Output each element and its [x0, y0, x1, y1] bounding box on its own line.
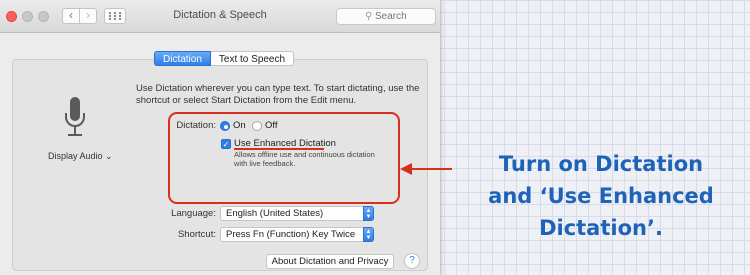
forward-button[interactable]: ›: [79, 8, 97, 24]
underline-mark: [234, 148, 324, 150]
zoom-window-button[interactable]: [38, 11, 49, 22]
search-input[interactable]: [375, 10, 433, 23]
title-bar: ‹ › Dictation & Speech ⚲: [0, 0, 440, 33]
microphone-icon: [65, 97, 85, 136]
annotation-line-3: Dictation’.: [539, 216, 663, 240]
chevron-left-icon: ‹: [69, 8, 73, 22]
annotation-line-2: and ‘Use Enhanced: [488, 184, 714, 208]
chevron-right-icon: ›: [86, 8, 90, 22]
arrow-left-icon: [400, 163, 452, 175]
updown-arrows-icon: ▲ ▼: [363, 206, 374, 221]
grid-icon: [109, 12, 121, 20]
microphone-source-menu[interactable]: Display Audio ⌄: [48, 151, 113, 162]
language-label: Language:: [171, 208, 216, 219]
about-dictation-privacy-button[interactable]: About Dictation and Privacy: [266, 254, 394, 269]
preferences-window: ‹ › Dictation & Speech ⚲ Dictation Text …: [0, 0, 440, 275]
tab-bar: Dictation Text to Speech: [154, 51, 295, 66]
tab-dictation[interactable]: Dictation: [154, 51, 211, 66]
close-window-button[interactable]: [6, 11, 17, 22]
minimize-window-button[interactable]: [22, 11, 33, 22]
window-title: Dictation & Speech: [173, 9, 267, 21]
highlight-box: [168, 112, 400, 204]
back-button[interactable]: ‹: [62, 8, 80, 24]
annotation-callout: Turn on Dictation and ‘Use Enhanced Dict…: [452, 148, 750, 244]
updown-arrows-icon: ▲ ▼: [363, 227, 374, 242]
language-popup[interactable]: English (United States) ▲ ▼: [220, 206, 374, 221]
shortcut-popup[interactable]: Press Fn (Function) Key Twice ▲ ▼: [220, 227, 374, 242]
show-all-button[interactable]: [104, 8, 126, 24]
help-button[interactable]: ?: [404, 253, 420, 269]
shortcut-value: Press Fn (Function) Key Twice: [226, 229, 356, 240]
annotation-line-1: Turn on Dictation: [498, 152, 704, 176]
dictation-intro-text: Use Dictation wherever you can type text…: [136, 83, 420, 106]
search-field[interactable]: ⚲: [336, 8, 436, 25]
shortcut-label: Shortcut:: [177, 229, 216, 240]
search-icon: ⚲: [365, 11, 373, 22]
tab-text-to-speech[interactable]: Text to Speech: [210, 51, 295, 66]
language-value: English (United States): [226, 208, 324, 219]
